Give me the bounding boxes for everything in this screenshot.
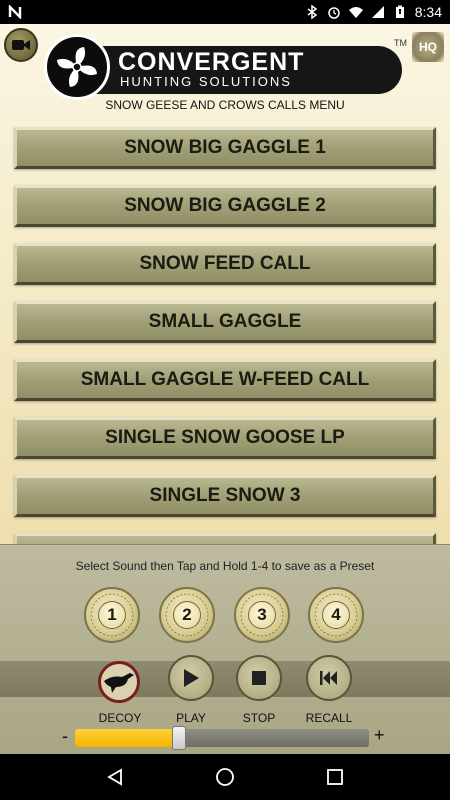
back-button[interactable] [104, 766, 126, 788]
decoy-button[interactable] [98, 661, 140, 703]
battery-icon [395, 5, 404, 18]
control-strip [0, 661, 450, 697]
preset-2-button[interactable]: 2 [159, 587, 215, 643]
recall-button[interactable] [306, 655, 352, 701]
play-icon [184, 669, 199, 687]
stop-label: STOP [242, 711, 276, 725]
bluetooth-icon [307, 5, 317, 19]
logo-fan-icon [44, 34, 110, 100]
recall-label: RECALL [305, 711, 353, 725]
brand-tagline: HUNTING SOLUTIONS [120, 74, 292, 89]
volume-plus[interactable]: + [374, 725, 385, 746]
crow-icon [104, 673, 134, 693]
back-triangle-icon [107, 768, 122, 786]
preset-3-button[interactable]: 3 [234, 587, 290, 643]
home-circle-icon [216, 768, 234, 786]
call-button[interactable]: SMALL GAGGLE [14, 301, 436, 343]
call-button-partial[interactable] [14, 533, 436, 544]
bullet-ring-icon [90, 593, 134, 637]
video-camera-icon [12, 40, 30, 50]
app-content: CONVERGENT HUNTING SOLUTIONS TM HQ SNOW … [0, 24, 450, 544]
hq-badge[interactable]: HQ [412, 32, 444, 62]
call-button[interactable]: SNOW FEED CALL [14, 243, 436, 285]
decoy-label: DECOY [98, 711, 142, 725]
volume-fill [75, 729, 178, 747]
call-button[interactable]: SNOW BIG GAGGLE 1 [14, 127, 436, 169]
volume-slider-row: - + [0, 725, 450, 750]
play-button[interactable] [168, 655, 214, 701]
status-time: 8:34 [414, 4, 442, 20]
volume-minus[interactable]: - [62, 726, 68, 747]
volume-slider[interactable] [75, 726, 369, 750]
status-bar: 8:34 [0, 0, 450, 24]
volume-thumb[interactable] [172, 726, 186, 750]
bullet-ring-icon [314, 593, 358, 637]
wifi-icon [348, 7, 363, 18]
preset-4-button[interactable]: 4 [308, 587, 364, 643]
call-button[interactable]: SINGLE SNOW 3 [14, 475, 436, 517]
call-button[interactable]: SMALL GAGGLE W-FEED CALL [14, 359, 436, 401]
bullet-ring-icon [240, 593, 284, 637]
brand-logo: CONVERGENT HUNTING SOLUTIONS [44, 34, 404, 100]
control-panel: Select Sound then Tap and Hold 1-4 to sa… [0, 544, 450, 754]
navigation-bar [0, 754, 450, 800]
trademark-mark: TM [394, 38, 407, 48]
alarm-icon [328, 7, 340, 19]
bullet-ring-icon [165, 593, 209, 637]
home-button[interactable] [214, 766, 236, 788]
brand-name: CONVERGENT [118, 48, 305, 76]
video-camera-button[interactable] [4, 28, 38, 62]
preset-1-button[interactable]: 1 [84, 587, 140, 643]
stop-button[interactable] [236, 655, 282, 701]
stop-icon [252, 671, 266, 685]
call-button[interactable]: SINGLE SNOW GOOSE LP [14, 417, 436, 459]
notification-n-icon [8, 5, 22, 19]
recall-icon [320, 671, 337, 685]
signal-icon [371, 6, 384, 18]
preset-instruction: Select Sound then Tap and Hold 1-4 to sa… [75, 559, 375, 573]
call-button[interactable]: SNOW BIG GAGGLE 2 [14, 185, 436, 227]
recents-square-icon [327, 769, 343, 785]
recents-button[interactable] [324, 766, 346, 788]
menu-title: SNOW GEESE AND CROWS CALLS MENU [105, 98, 345, 112]
